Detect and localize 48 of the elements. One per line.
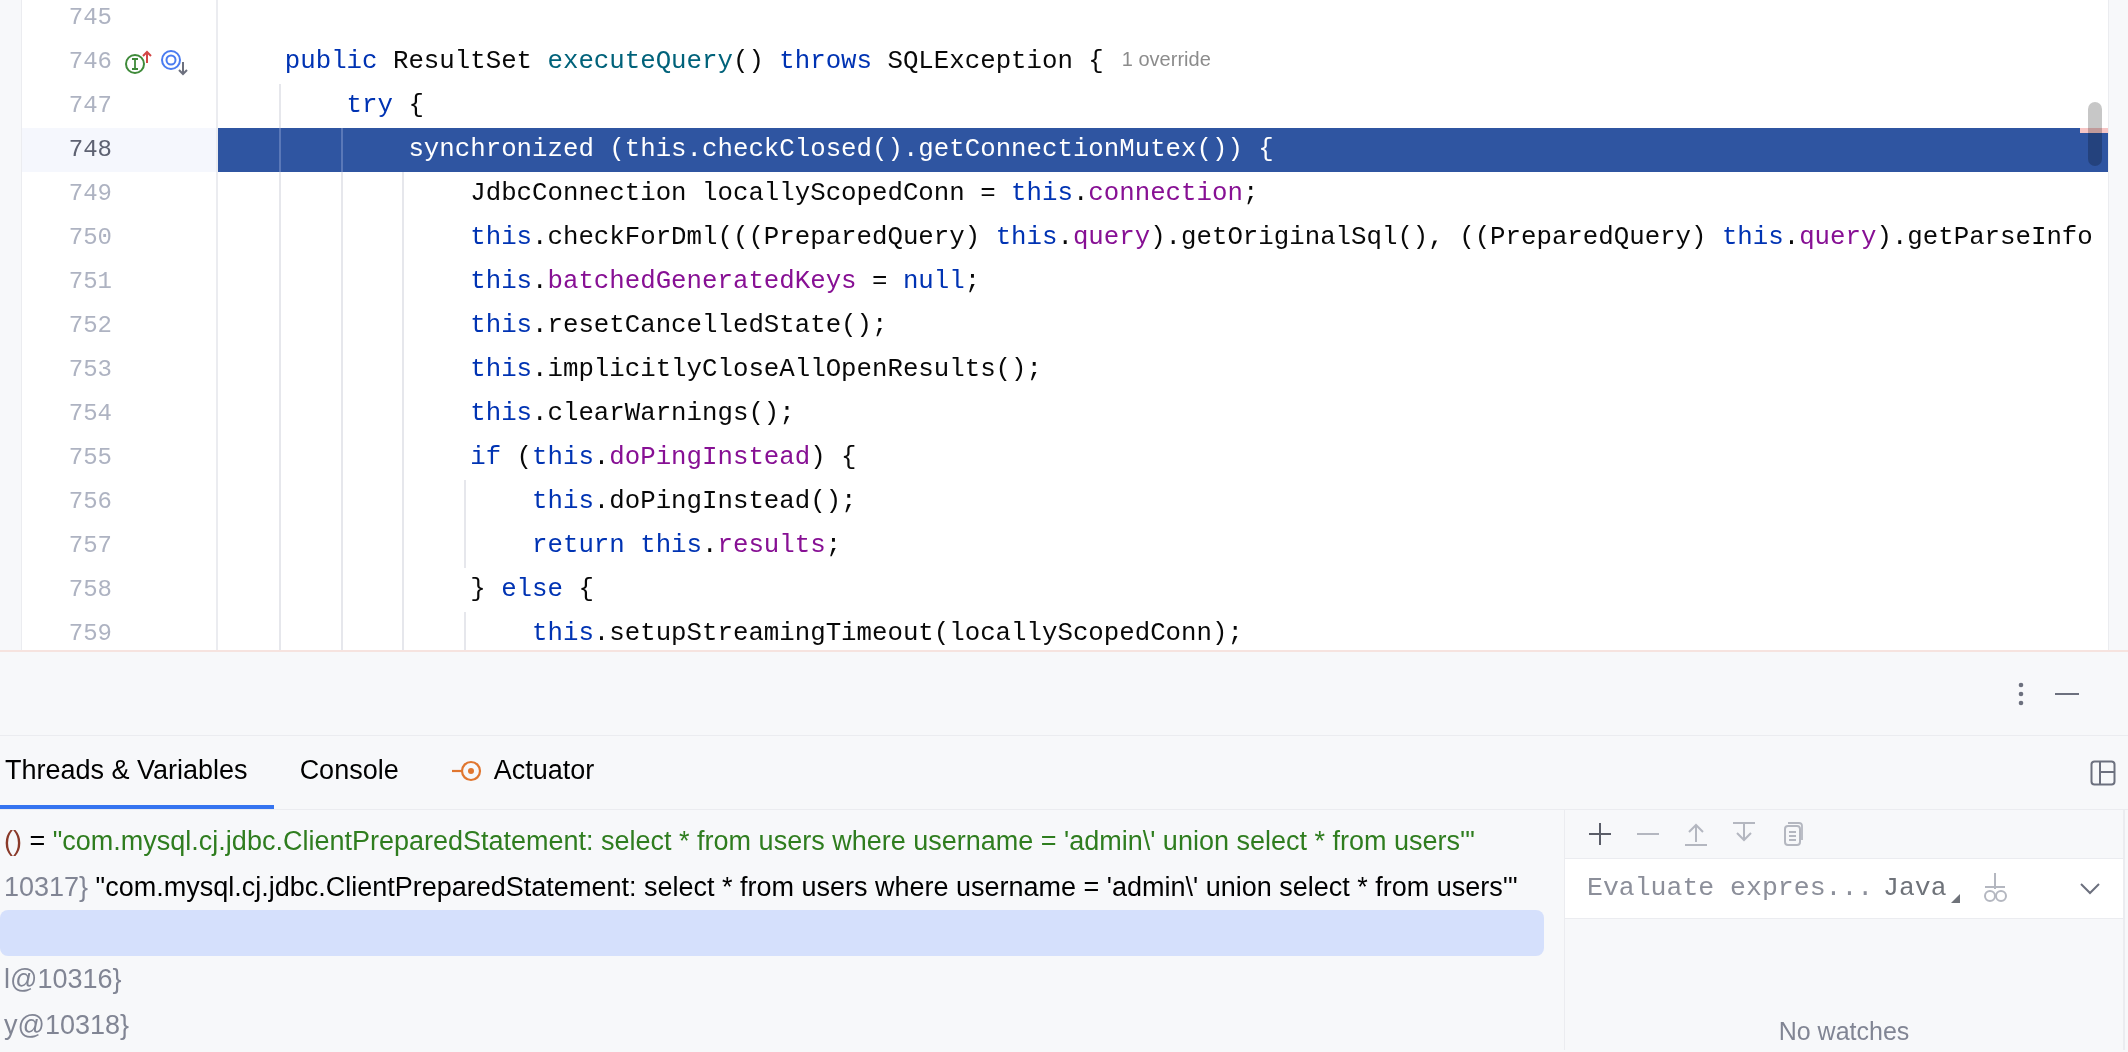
error-stripe-mark [2080, 128, 2108, 133]
line-number: 754 [68, 400, 112, 427]
line-number: 750 [68, 224, 112, 251]
overridden-down-arrow-icon[interactable] [160, 48, 190, 76]
variable-value[interactable]: () = "com.mysql.cj.jdbc.ClientPreparedStatement: select * from users where username = 'admin\' union select * from users'" [4, 826, 1475, 856]
chevron-down-icon[interactable] [2079, 881, 2101, 895]
code-line: this.batchedGeneratedKeys = null; [470, 267, 981, 296]
code-line: JdbcConnection locallyScopedConn = this.connection; [470, 179, 1259, 208]
line-number: 758 [68, 576, 112, 603]
add-watch-button[interactable] [1587, 820, 1613, 847]
minimize-button[interactable] [2054, 691, 2080, 696]
line-number: 759 [68, 620, 112, 647]
line-number: 749 [68, 180, 112, 207]
code-line: this.resetCancelledState(); [470, 311, 888, 340]
code-line: try { [346, 91, 424, 120]
variable-value[interactable]: 10317} "com.mysql.cj.jdbc.ClientPreparedStatement: select * from users where username = 'admin\' union select * from users'" [4, 872, 1518, 902]
line-number: 753 [68, 356, 112, 383]
line-number: 756 [68, 488, 112, 515]
code-line: this.setupStreamingTimeout(locallyScopedConn); [532, 619, 1243, 648]
panel-tab[interactable]: Threads & Variables [0, 736, 274, 809]
line-number: 755 [68, 444, 112, 471]
line-number: 747 [68, 92, 112, 119]
line-number: 746 [68, 48, 112, 75]
code-line: this.checkForDml(((PreparedQuery) this.query).getOriginalSql(), ((PreparedQuery) this.query).getParseInfo [470, 223, 2093, 252]
code-line: this.clearWarnings(); [470, 399, 795, 428]
more-options-button[interactable] [2018, 681, 2024, 706]
code-line: if (this.doPingInstead) { [470, 443, 857, 472]
dropdown-triangle-icon[interactable] [1950, 894, 1960, 903]
code-line: this.doPingInstead(); [532, 487, 857, 516]
panel-tab[interactable]: Actuator [424, 736, 621, 809]
code-line: public ResultSet executeQuery() throws SQLException { [284, 47, 1104, 76]
evaluate-expression-box[interactable]: Evaluate expres... Java [1565, 857, 2123, 919]
language-dropdown[interactable]: Java [1883, 873, 1960, 903]
panel-tab[interactable]: Console [273, 736, 425, 809]
scrollbar-thumb[interactable] [2088, 102, 2102, 166]
implements-up-arrow-icon[interactable] [124, 49, 154, 75]
line-number: 748 [68, 136, 112, 163]
line-number: 745 [68, 4, 112, 31]
line-number: 751 [68, 268, 112, 295]
code-line: synchronized (this.checkClosed().getConnectionMutex()) { [408, 135, 1274, 164]
empty-watches-text: No watches [1778, 1016, 1910, 1045]
expression-field[interactable]: Evaluate expres... [1587, 873, 1883, 903]
code-line: } else { [470, 575, 594, 604]
layout-button[interactable] [2090, 759, 2116, 786]
line-number: 757 [68, 532, 112, 559]
code-line: return this.results; [532, 531, 842, 560]
code-line: this.implicitlyCloseAllOpenResults(); [470, 355, 1042, 384]
line-number: 752 [68, 312, 112, 339]
